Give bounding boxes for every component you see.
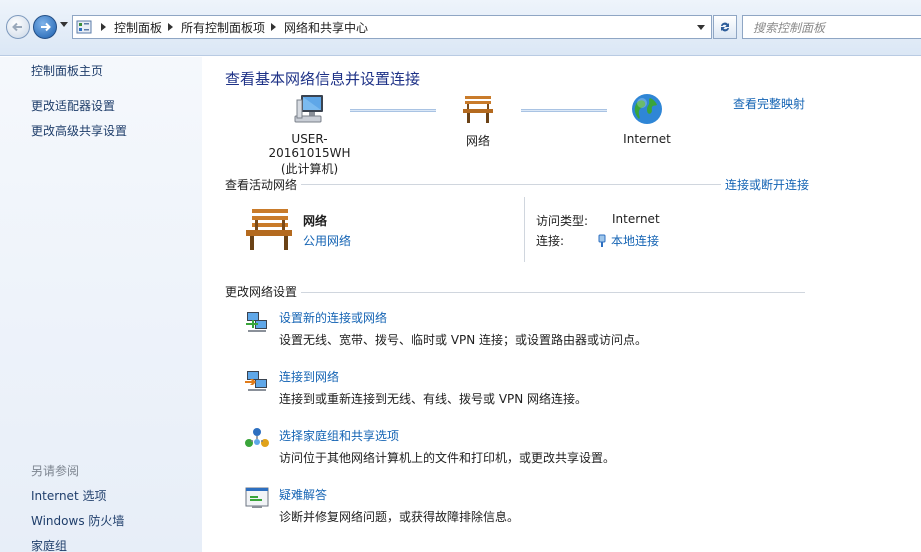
homegroup-desc: 访问位于其他网络计算机上的文件和打印机，或更改共享设置。	[279, 451, 616, 465]
map-network[interactable]: 网络	[447, 92, 509, 149]
connect-network-icon	[244, 368, 270, 392]
troubleshoot-desc: 诊断并修复网络问题，或获得故障排除信息。	[279, 510, 520, 524]
section-divider	[225, 292, 805, 293]
network-type-link[interactable]: 公用网络	[303, 232, 351, 249]
network-label: 网络	[465, 134, 490, 148]
forward-arrow-icon	[41, 22, 51, 32]
full-map-link[interactable]: 查看完整映射	[733, 95, 805, 112]
breadcrumb-separator-icon	[271, 23, 277, 31]
homegroup-link[interactable]: 选择家庭组和共享选项	[279, 427, 399, 444]
computer-name: USER-20161015WH	[268, 132, 351, 160]
address-field[interactable]: 控制面板 所有控制面板项 网络和共享中心	[72, 15, 712, 39]
main-content: 查看基本网络信息并设置连接 查看完整映射 USER-20161015WH (此计…	[202, 57, 921, 552]
breadcrumb-separator-icon	[168, 23, 174, 31]
map-connector-line	[521, 109, 607, 112]
connect-network-desc: 连接到或重新连接到无线、有线、拨号或 VPN 网络连接。	[279, 392, 588, 406]
access-type-label: 访问类型:	[536, 214, 589, 228]
vertical-divider	[524, 197, 525, 262]
recent-pages-dropdown[interactable]	[60, 22, 68, 27]
local-connection-link[interactable]: 本地连接	[597, 232, 659, 249]
see-also-heading: 另请参阅	[31, 464, 80, 478]
setup-connection-desc: 设置无线、宽带、拨号、临时或 VPN 连接；或设置路由器或访问点。	[279, 333, 648, 347]
section-divider	[225, 184, 805, 185]
internet-label: Internet	[623, 132, 671, 146]
map-connector-line	[350, 109, 436, 112]
change-settings-heading: 更改网络设置	[225, 283, 302, 300]
address-dropdown-icon[interactable]	[697, 25, 705, 30]
map-computer[interactable]: USER-20161015WH (此计算机)	[252, 92, 367, 177]
sidebar-item-firewall[interactable]: Windows 防火墙	[31, 512, 124, 529]
sidebar-item-internet-options[interactable]: Internet 选项	[31, 487, 106, 504]
forward-button[interactable]	[33, 15, 57, 39]
refresh-button[interactable]	[713, 15, 737, 39]
search-placeholder: 搜索控制面板	[753, 20, 826, 35]
troubleshoot-icon	[244, 486, 270, 510]
breadcrumb-separator-icon	[101, 23, 106, 31]
map-internet[interactable]: Internet	[612, 92, 682, 146]
address-bar: 控制面板 所有控制面板项 网络和共享中心 搜索控制面板	[0, 0, 921, 56]
troubleshoot-link[interactable]: 疑难解答	[279, 486, 327, 503]
ethernet-plug-icon	[598, 234, 606, 247]
sidebar: 控制面板主页 更改适配器设置 更改高级共享设置 另请参阅 Internet 选项…	[0, 57, 202, 552]
sidebar-item-homegroup[interactable]: 家庭组	[31, 537, 67, 552]
control-panel-icon	[73, 16, 95, 38]
page-title: 查看基本网络信息并设置连接	[225, 70, 421, 88]
connect-disconnect-link[interactable]: 连接或断开连接	[721, 176, 810, 193]
active-network-name: 网络	[303, 214, 328, 228]
globe-icon	[630, 92, 664, 126]
computer-sub-label: (此计算机)	[280, 162, 339, 176]
sidebar-item-advanced-sharing[interactable]: 更改高级共享设置	[31, 122, 127, 139]
breadcrumb-all-items[interactable]: 所有控制面板项	[181, 19, 265, 36]
bench-network-icon	[242, 205, 296, 251]
back-button[interactable]	[6, 15, 30, 39]
sidebar-item-home[interactable]: 控制面板主页	[31, 62, 103, 79]
sidebar-item-adapter-settings[interactable]: 更改适配器设置	[31, 97, 115, 114]
access-type-value: Internet	[612, 212, 660, 226]
breadcrumb-network-center[interactable]: 网络和共享中心	[284, 19, 368, 36]
breadcrumb-control-panel[interactable]: 控制面板	[114, 19, 162, 36]
setup-connection-link[interactable]: 设置新的连接或网络	[279, 309, 387, 326]
back-arrow-icon	[12, 22, 22, 32]
network-setup-icon	[244, 309, 270, 333]
local-connection-text: 本地连接	[611, 234, 660, 248]
search-input[interactable]: 搜索控制面板	[742, 15, 921, 39]
computer-icon	[293, 92, 327, 126]
homegroup-icon	[244, 427, 270, 451]
connection-label: 连接:	[536, 234, 565, 248]
connect-network-link[interactable]: 连接到网络	[279, 368, 339, 385]
refresh-icon	[721, 22, 729, 32]
active-networks-heading: 查看活动网络	[225, 176, 302, 193]
bench-network-icon	[461, 92, 495, 126]
